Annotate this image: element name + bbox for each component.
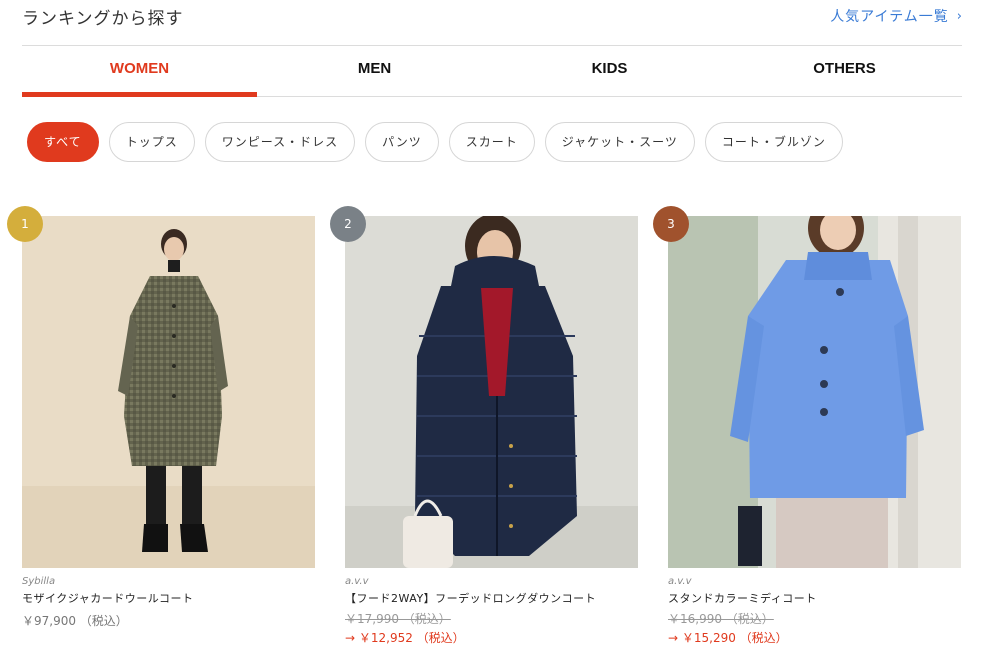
section-title: ランキングから探す [22,9,184,29]
product-name[interactable]: スタンドカラーミディコート [668,590,961,606]
category-chip-all[interactable]: すべて [27,122,99,162]
rank-badge: 2 [330,206,366,242]
tab-kids[interactable]: KIDS [492,46,727,96]
category-chip-tops[interactable]: トップス [108,122,195,162]
category-chip-skirt[interactable]: スカート [448,122,535,162]
product-card[interactable]: 2 a.v.v 【フード2WAY】フーデッドロングダウンコート ￥17,990 … [330,206,638,646]
product-image[interactable] [22,216,315,568]
product-original-price: ￥16,990 （税込） [668,612,774,626]
tab-others[interactable]: OTHERS [727,46,962,96]
category-chip-jacket-suit[interactable]: ジャケット・スーツ [544,122,695,162]
product-price: ￥97,900 （税込） [22,614,128,628]
product-brand: Sybilla [22,576,56,587]
chevron-right-icon: › [956,8,963,24]
product-brand: a.v.v [345,576,369,587]
product-name[interactable]: モザイクジャカードウールコート [22,590,315,606]
category-chip-onepiece-dress[interactable]: ワンピース・ドレス [204,122,356,162]
product-sale-price: → ￥15,290 （税込） [668,631,788,645]
rank-badge: 1 [7,206,43,242]
popular-items-link[interactable]: 人気アイテム一覧 › [830,6,963,26]
product-image[interactable] [345,216,638,568]
gender-tabs: WOMEN MEN KIDS OTHERS [22,45,962,97]
category-filter: すべて トップス ワンピース・ドレス パンツ スカート ジャケット・スーツ コー… [27,122,843,162]
ranking-product-list: 1 Sybilla モザイクジャカードウールコート ￥97,900 （税込） 2… [7,206,961,646]
rank-badge: 3 [653,206,689,242]
product-brand: a.v.v [668,576,692,587]
product-sale-price: → ￥12,952 （税込） [345,631,465,645]
product-original-price: ￥17,990 （税込） [345,612,451,626]
tab-men[interactable]: MEN [257,46,492,96]
product-image[interactable] [668,216,961,568]
category-chip-coat-blouson[interactable]: コート・ブルゾン [704,122,843,162]
tab-women[interactable]: WOMEN [22,46,257,97]
product-card[interactable]: 3 a.v.v スタンドカラーミディコート ￥16,990 （税込） → ￥15… [653,206,961,646]
category-chip-pants[interactable]: パンツ [365,122,439,162]
product-card[interactable]: 1 Sybilla モザイクジャカードウールコート ￥97,900 （税込） [7,206,315,646]
product-name[interactable]: 【フード2WAY】フーデッドロングダウンコート [345,590,638,606]
popular-items-link-label: 人気アイテム一覧 [830,9,949,25]
